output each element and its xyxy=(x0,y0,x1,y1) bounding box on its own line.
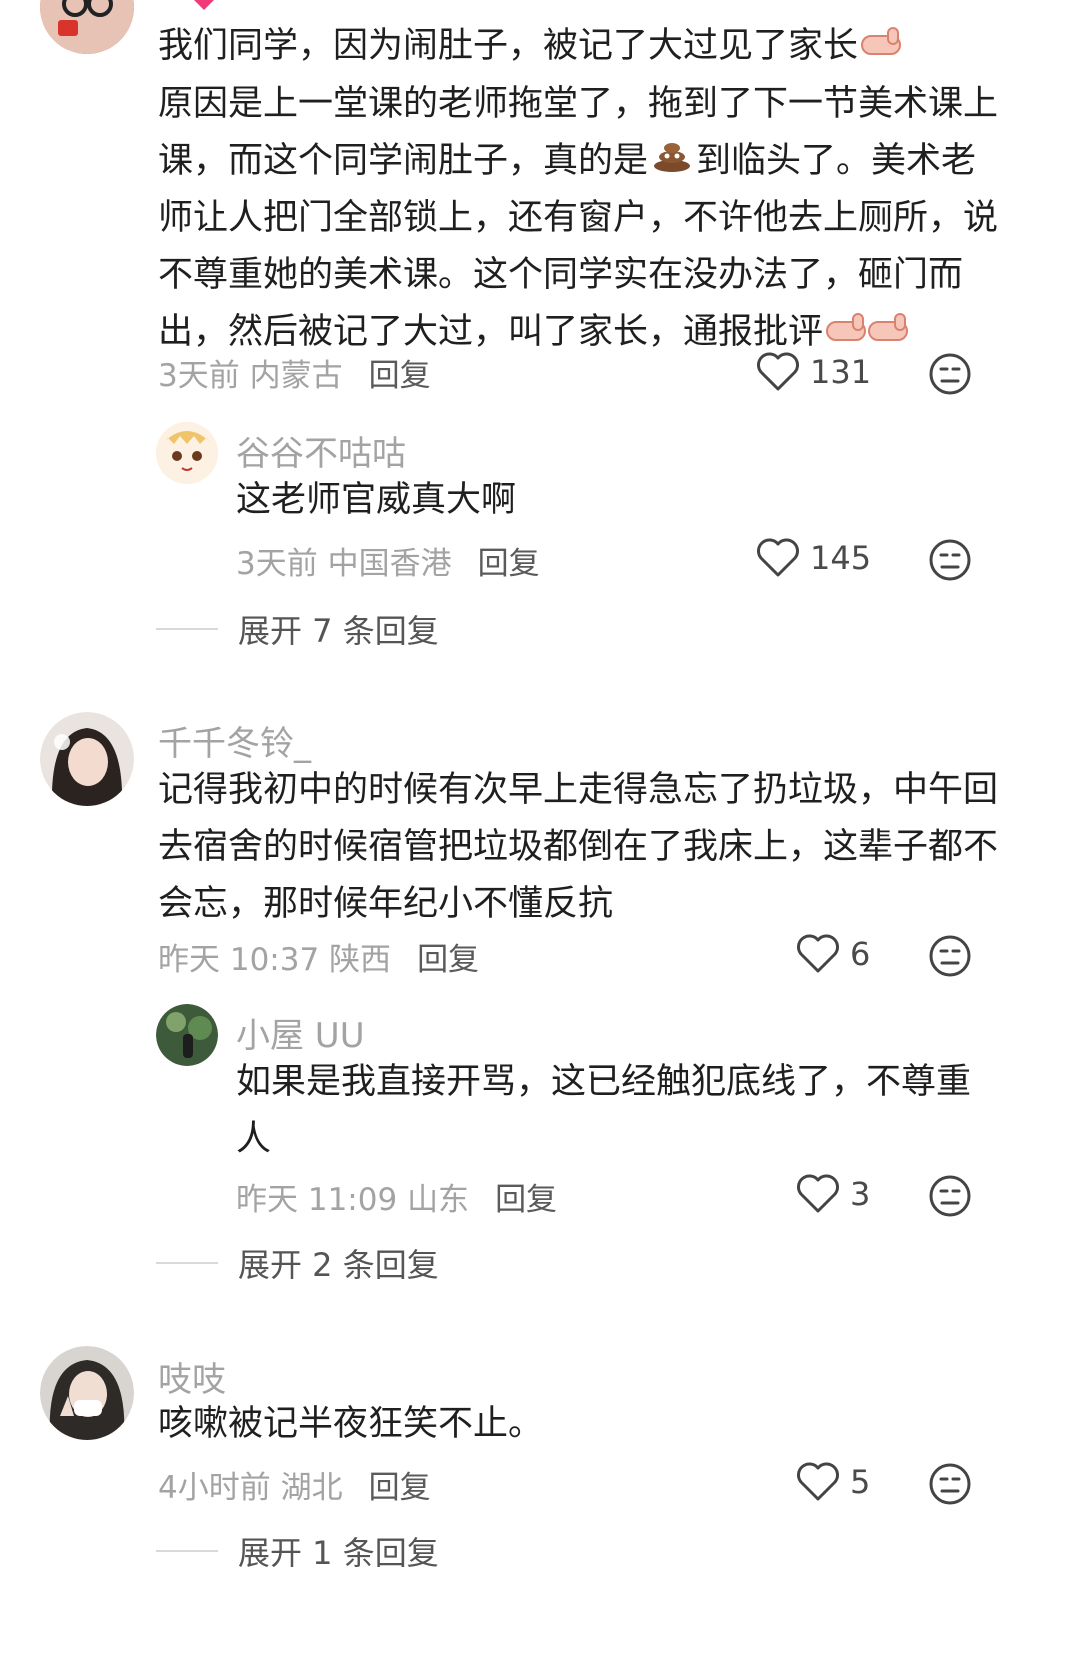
divider xyxy=(156,1550,218,1552)
reply-meta: 3天前 中国香港 回复 xyxy=(236,546,540,582)
heart-icon xyxy=(757,352,799,391)
heart-icon xyxy=(797,934,839,973)
heart-icon xyxy=(757,538,799,577)
reply-meta: 昨天 11:09 山东 回复 xyxy=(236,1182,558,1218)
like-button[interactable]: 5 xyxy=(796,1462,870,1502)
like-count: 131 xyxy=(810,353,872,391)
reply-text: 这老师官威真大啊 xyxy=(236,480,517,520)
expand-replies-button[interactable]: 展开 2 条回复 xyxy=(156,1240,439,1286)
poop-emoji xyxy=(652,133,692,190)
divider xyxy=(156,628,218,630)
comment-text: 我们同学，因为闹肚子，被记了大过见了家长 原因是上一堂课的老师拖堂了，拖到了下一… xyxy=(158,18,998,362)
like-button[interactable]: 6 xyxy=(796,934,870,974)
comment-text: 记得我初中的时候有次早上走得急忘了扔垃圾，中午回 去宿舍的时候宿管把垃圾都倒在了… xyxy=(158,770,999,924)
heart-icon xyxy=(797,1174,839,1213)
reply-button[interactable]: 回复 xyxy=(369,358,431,394)
avatar[interactable] xyxy=(40,712,134,806)
reply-button[interactable]: 回复 xyxy=(478,546,540,582)
reply-button[interactable]: 回复 xyxy=(417,942,479,978)
expand-replies-button[interactable]: 展开 1 条回复 xyxy=(156,1528,439,1574)
comment-username[interactable]: 千千冬铃_ xyxy=(158,716,311,765)
reply-text: 如果是我直接开骂，这已经触犯底线了，不尊重 人 xyxy=(236,1062,972,1159)
like-button[interactable]: 3 xyxy=(796,1174,870,1214)
dislike-face-icon[interactable] xyxy=(928,1174,972,1218)
divider xyxy=(156,1262,218,1264)
comment-meta: 昨天 10:37 陕西 回复 xyxy=(158,942,480,978)
like-count: 6 xyxy=(850,935,871,973)
comment-meta: 3天前 内蒙古 回复 xyxy=(158,358,431,394)
reply-username[interactable]: 小屋 UU xyxy=(236,1008,365,1057)
comment-meta: 4小时前 湖北 回复 xyxy=(158,1470,431,1506)
dislike-face-icon[interactable] xyxy=(928,1462,972,1506)
avatar[interactable] xyxy=(40,0,134,54)
dislike-face-icon[interactable] xyxy=(928,934,972,978)
heart-icon xyxy=(797,1462,839,1501)
dislike-face-icon[interactable] xyxy=(928,352,972,396)
avatar[interactable] xyxy=(156,422,218,484)
thumbs-up-emoji xyxy=(858,19,904,76)
reply-button[interactable]: 回复 xyxy=(495,1182,557,1218)
expand-replies-button[interactable]: 展开 7 条回复 xyxy=(156,606,439,652)
like-count: 145 xyxy=(810,539,872,577)
reply-username[interactable]: 谷谷不咕咕 xyxy=(236,426,406,475)
like-count: 5 xyxy=(850,1463,871,1501)
comment-username[interactable]: 吱吱 xyxy=(158,1352,226,1401)
reply-button[interactable]: 回复 xyxy=(369,1470,431,1506)
avatar[interactable] xyxy=(156,1004,218,1066)
comment-text: 咳嗽被记半夜狂笑不止。 xyxy=(158,1404,544,1444)
like-count: 3 xyxy=(850,1175,871,1213)
heart-badge-icon xyxy=(194,0,214,10)
like-button[interactable]: 145 xyxy=(756,538,871,578)
like-button[interactable]: 131 xyxy=(756,352,871,392)
dislike-face-icon[interactable] xyxy=(928,538,972,582)
avatar[interactable] xyxy=(40,1346,134,1440)
